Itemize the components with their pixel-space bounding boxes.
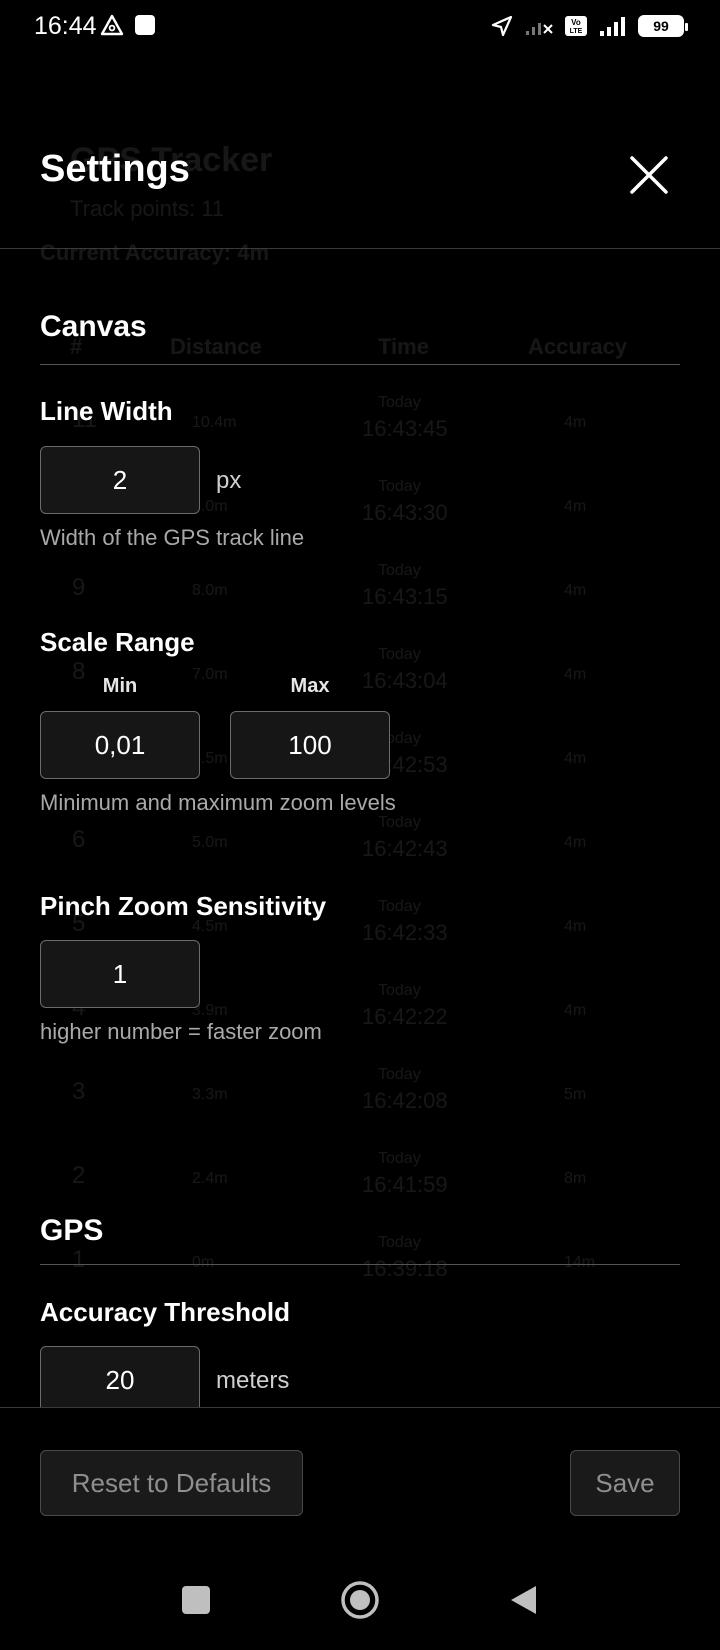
bg-row-tl: Today <box>378 562 421 579</box>
bg-row-tl: Today <box>378 1150 421 1167</box>
pinch-zoom-input[interactable] <box>40 940 200 1008</box>
line-width-help: Width of the GPS track line <box>40 525 305 550</box>
bg-row-a: 4m <box>564 834 587 851</box>
accuracy-threshold-input[interactable] <box>40 1346 200 1414</box>
bg-row-a: 14m <box>564 1254 596 1271</box>
status-right-icons: Vo LTE 99 <box>490 14 688 38</box>
save-button[interactable]: Save <box>570 1450 680 1516</box>
bg-row-d: 10.4m <box>192 414 237 431</box>
settings-footer: Reset to Defaults Save <box>0 1407 720 1537</box>
section-divider-gps <box>40 1264 680 1265</box>
accuracy-threshold-label: Accuracy Threshold <box>40 1297 290 1327</box>
bg-track-row: 9 8.0m Today 16:43:15 4m <box>0 554 720 638</box>
status-left-icons <box>100 14 156 36</box>
bg-row-a: 4m <box>564 414 587 431</box>
bg-row-d: 5.0m <box>192 834 228 851</box>
recents-square-icon[interactable] <box>181 1585 211 1615</box>
bg-row-tv: 16:43:45 <box>362 416 448 441</box>
bg-row-tv: 16:39:18 <box>362 1256 448 1281</box>
scale-range-label: Scale Range <box>40 627 195 657</box>
bg-row-tv: 16:41:59 <box>362 1172 448 1197</box>
bg-row-a: 5m <box>564 1086 587 1103</box>
section-title-gps: GPS <box>40 1214 104 1247</box>
bg-track-row: 2 2.4m Today 16:41:59 8m <box>0 1142 720 1226</box>
bg-row-a: 4m <box>564 582 587 599</box>
bg-row-tv: 16:42:22 <box>362 1004 448 1029</box>
signal-off-icon <box>526 23 553 35</box>
line-width-input[interactable] <box>40 446 200 514</box>
bg-row-tv: 16:42:33 <box>362 920 448 945</box>
bg-row-tl: Today <box>378 646 421 663</box>
bg-header-distance: Distance <box>170 334 262 359</box>
bg-row-d: 0m <box>192 1254 215 1271</box>
alert-triangle-icon <box>100 14 124 36</box>
back-triangle-icon[interactable] <box>508 1584 538 1616</box>
bg-row-tl: Today <box>378 478 421 495</box>
reset-defaults-button[interactable]: Reset to Defaults <box>40 1450 303 1516</box>
bg-row-tl: Today <box>378 1234 421 1251</box>
pinch-zoom-label: Pinch Zoom Sensitivity <box>40 891 327 921</box>
bg-row-tv: 16:43:30 <box>362 500 448 525</box>
bg-row-n: 6 <box>72 826 86 853</box>
bg-track-row: 6 5.0m Today 16:42:43 4m <box>0 806 720 890</box>
bg-row-a: 4m <box>564 666 587 683</box>
bg-row-d: 3.3m <box>192 1086 228 1103</box>
bg-header-accuracy: Accuracy <box>528 334 628 359</box>
bg-row-n: 2 <box>72 1162 86 1189</box>
bg-row-tv: 16:43:15 <box>362 584 448 609</box>
bg-row-a: 8m <box>564 1170 587 1187</box>
volte-icon: Vo LTE <box>565 16 587 36</box>
bg-row-a: 4m <box>564 918 587 935</box>
accuracy-threshold-unit: meters <box>216 1367 290 1394</box>
close-icon[interactable] <box>626 152 672 198</box>
bg-row-n: 3 <box>72 1078 86 1105</box>
bg-row-tl: Today <box>378 898 421 915</box>
bg-row-d: 8.0m <box>192 582 228 599</box>
scale-range-help: Minimum and maximum zoom levels <box>40 790 396 815</box>
section-title-canvas: Canvas <box>40 310 147 343</box>
bg-row-n: 9 <box>72 574 86 601</box>
bg-row-tl: Today <box>378 814 421 831</box>
scale-min-label: Min <box>102 675 138 697</box>
status-bar: 16:44 Vo LTE 99 <box>0 0 720 56</box>
bg-row-a: 4m <box>564 1002 587 1019</box>
status-time: 16:44 <box>34 12 97 40</box>
bg-row-tv: 16:42:08 <box>362 1088 448 1113</box>
bg-row-tl: Today <box>378 982 421 999</box>
scale-min-input[interactable] <box>40 711 200 779</box>
battery-icon: 99 <box>638 15 688 37</box>
pinch-zoom-help: higher number = faster zoom <box>40 1019 322 1044</box>
square-notification-icon <box>135 15 155 35</box>
section-divider-canvas <box>40 364 680 365</box>
bg-track-row: 3 3.3m Today 16:42:08 5m <box>0 1058 720 1142</box>
bg-row-tv: 16:42:43 <box>362 836 448 861</box>
bg-row-a: 4m <box>564 750 587 767</box>
bg-header-time: Time <box>378 334 429 359</box>
line-width-unit: px <box>216 467 242 494</box>
system-nav-bar <box>0 1550 720 1650</box>
bg-row-n: 1 <box>72 1246 86 1273</box>
settings-title: Settings <box>40 148 190 190</box>
svg-text:Vo: Vo <box>571 18 581 27</box>
svg-text:LTE: LTE <box>570 28 583 35</box>
signal-icon <box>600 17 625 36</box>
settings-header: Settings <box>0 100 720 249</box>
location-arrow-icon <box>491 15 513 37</box>
bg-row-a: 4m <box>564 498 587 515</box>
scale-max-input[interactable] <box>230 711 390 779</box>
home-circle-icon[interactable] <box>340 1580 380 1620</box>
line-width-label: Line Width <box>40 396 173 426</box>
bg-row-tl: Today <box>378 1066 421 1083</box>
scale-max-label: Max <box>290 675 330 697</box>
bg-row-tl: Today <box>378 394 421 411</box>
bg-row-d: 2.4m <box>192 1170 228 1187</box>
